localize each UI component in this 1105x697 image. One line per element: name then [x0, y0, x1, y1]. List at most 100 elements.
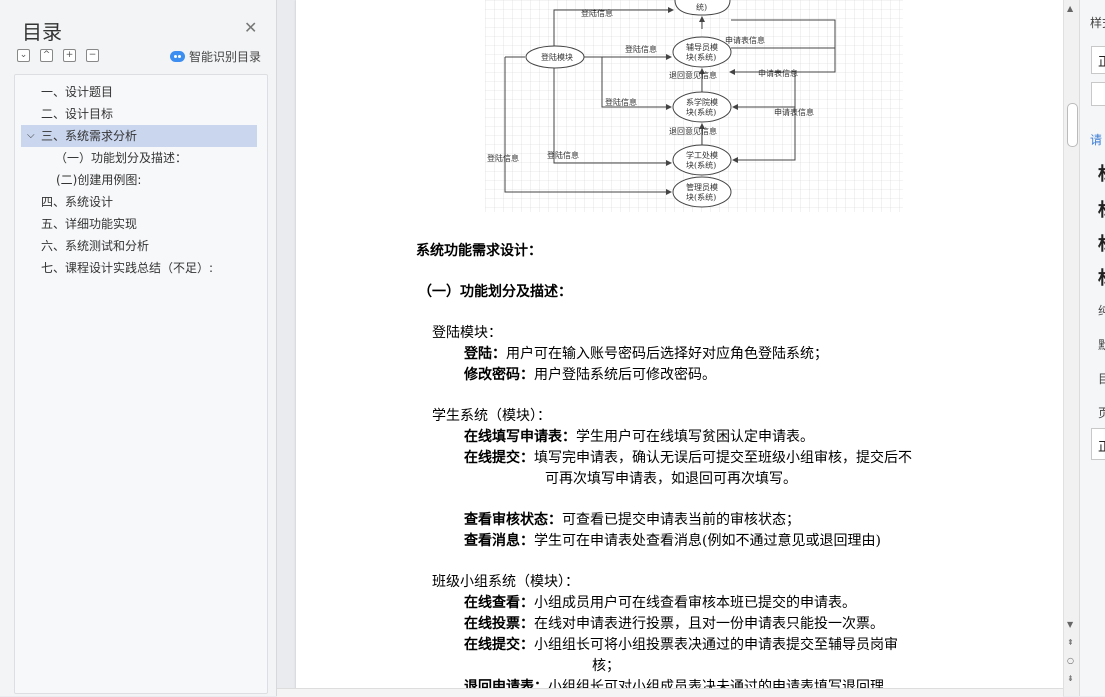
diagram-login-module: 登陆模块 [541, 52, 573, 62]
term-change-password: 修改密码： [464, 367, 534, 383]
section-student-module: 学生系统（模块）： [432, 408, 551, 424]
toc-item-function-division[interactable]: （一）功能划分及描述： [21, 147, 257, 169]
document-page[interactable]: 登陆模块 辅导员模 块(系统) 系学院模 块(系统) 学工处模 块(系统) 管理… [296, 0, 1063, 696]
ai-icon [170, 51, 185, 62]
close-icon[interactable]: ✕ [244, 18, 257, 37]
term-group-submit: 在线提交： [464, 637, 534, 653]
toc-item-label: 七、课程设计实践总结（不足）: [41, 261, 214, 275]
paragraph-login: 登陆：用户可在输入账号密码后选择好对应角色登陆系统； [464, 343, 828, 363]
next-page-icon[interactable]: ⇟ [1067, 674, 1074, 683]
diagram-college-line2: 块(系统) [686, 107, 716, 117]
paragraph-messages: 查看消息：学生可在申请表处查看消息(例如不通过意见或退回理由) [464, 530, 881, 550]
vertical-scrollbar[interactable]: ▲ ▼ ⇞ ○ ⇟ [1063, 0, 1080, 696]
toc-item-design-goal[interactable]: 二、设计目标 [21, 103, 277, 125]
style-plain-text[interactable]: 纯 [1098, 302, 1105, 319]
paragraph-change-password: 修改密码：用户登陆系统后可修改密码。 [464, 364, 716, 384]
style-heading-4[interactable]: 标 [1098, 264, 1105, 290]
desc-group-submit-continued: 核； [592, 658, 620, 674]
toc-list: 一、设计题目 二、设计目标 ⌵ 三、系统需求分析 （一）功能划分及描述： (二)… [14, 74, 268, 694]
chevron-down-icon[interactable]: ⌵ [27, 125, 35, 147]
desc-submit-continued: 可再次填写申请表，如退回可再次填写。 [545, 471, 797, 487]
toc-item-label: 二、设计目标 [41, 107, 114, 121]
style-default[interactable]: 默 [1098, 336, 1105, 353]
scrollbar-thumb[interactable] [1067, 103, 1078, 147]
smart-toc-button[interactable]: 智能识别目录 [170, 48, 261, 65]
desc-change-password: 用户登陆系统后可修改密码。 [534, 367, 716, 383]
expand-all-button[interactable]: ⌄ [17, 49, 30, 62]
toc-item-label: （一）功能划分及描述： [55, 151, 188, 165]
toc-item-label: 一、设计题目 [41, 85, 114, 99]
style-input[interactable] [1091, 82, 1105, 106]
heading-function-division: （一）功能划分及描述： [418, 284, 572, 300]
toc-item-design-title[interactable]: 一、设计题目 [21, 81, 277, 103]
paragraph-review-status: 查看审核状态：可查看已提交申请表当前的审核状态； [464, 509, 800, 529]
term-messages: 查看消息： [464, 533, 534, 549]
current-style-label: 正 [1098, 51, 1105, 70]
term-login: 登陆： [464, 346, 506, 362]
term-online-vote: 在线投票： [464, 616, 534, 632]
diagram-counselor-line1: 辅导员模 [686, 42, 718, 52]
diagram-counselor-line2: 块(系统) [686, 52, 716, 62]
term-online-view: 在线查看： [464, 595, 534, 611]
toc-item-requirements[interactable]: ⌵ 三、系统需求分析 [21, 125, 257, 147]
previous-page-icon[interactable]: ⇞ [1067, 638, 1074, 647]
scroll-down-icon[interactable]: ▼ [1067, 620, 1073, 629]
module-flow-diagram: 登陆模块 辅导员模 块(系统) 系学院模 块(系统) 学工处模 块(系统) 管理… [485, 0, 903, 212]
term-review-status: 查看审核状态： [464, 512, 562, 528]
desc-group-submit: 小组组长可将小组投票表决通过的申请表提交至辅导员岗审 [534, 637, 898, 653]
desc-submit: 填写完申请表，确认无误后可提交至班级小组审核，提交后不 [534, 450, 912, 466]
paragraph-fill-form: 在线填写申请表：学生用户可在线填写贫困认定申请表。 [464, 426, 814, 446]
desc-online-view: 小组成员用户可在线查看审核本班已提交的申请表。 [534, 595, 856, 611]
toc-item-label: (二)创建用例图: [56, 173, 142, 187]
diagram-top-module: 统) [696, 2, 707, 12]
add-heading-button[interactable]: + [63, 49, 76, 62]
style-heading-2[interactable]: 标 [1098, 196, 1105, 222]
collapse-all-button[interactable]: ^ [40, 49, 53, 62]
style-heading-3[interactable]: 标 [1098, 230, 1105, 256]
style-hint: 请 [1090, 133, 1103, 147]
diagram-label-login-info: 登陆信息 [581, 8, 613, 18]
paragraph-online-vote: 在线投票：在线对申请表进行投票，且对一份申请表只能投一次票。 [464, 613, 884, 633]
style-toc[interactable]: 目 [1098, 370, 1105, 387]
diagram-affairs-line1: 学工处模 [686, 150, 718, 160]
scroll-up-icon[interactable]: ▲ [1067, 4, 1073, 13]
toc-title: 目录 [22, 20, 62, 44]
toc-item-system-design[interactable]: 四、系统设计 [21, 191, 277, 213]
select-browse-object-icon[interactable]: ○ [1067, 656, 1074, 665]
diagram-college-line1: 系学院模 [686, 97, 718, 107]
section-class-group-module: 班级小组系统（模块）： [432, 574, 579, 590]
desc-review-status: 可查看已提交申请表当前的审核状态； [562, 512, 800, 528]
smart-toc-label: 智能识别目录 [189, 50, 262, 64]
paragraph-group-submit: 在线提交：小组组长可将小组投票表决通过的申请表提交至辅导员岗审 [464, 634, 898, 654]
toc-item-testing[interactable]: 六、系统测试和分析 [21, 235, 277, 257]
style-page[interactable]: 页 [1098, 404, 1105, 421]
diagram-admin-line2: 块(系统) [686, 192, 716, 202]
diagram-label-return-opinion: 退回意见信息 [669, 70, 717, 80]
current-style-box[interactable]: 正 [1091, 46, 1105, 74]
styles-panel: 样式 正 请 标 标 标 标 纯 默 目 页 正 [1079, 0, 1105, 696]
toc-item-summary[interactable]: 七、课程设计实践总结（不足）: [21, 257, 277, 279]
term-submit: 在线提交： [464, 450, 534, 466]
toc-toolbar: ⌄ ^ + − [17, 49, 99, 62]
styles-panel-title: 样式 [1090, 16, 1105, 30]
toc-item-use-case[interactable]: (二)创建用例图: [21, 169, 257, 191]
toc-item-implementation[interactable]: 五、详细功能实现 [21, 213, 277, 235]
style-heading-1[interactable]: 标 [1098, 160, 1105, 186]
style-body-box[interactable]: 正 [1091, 428, 1105, 460]
diagram-label-login-info: 登陆信息 [487, 153, 519, 163]
toc-panel: 目录 ✕ ⌄ ^ + − 智能识别目录 一、设计题目 二、设计目标 ⌵ 三、系统… [0, 0, 277, 696]
desc-login: 用户可在输入账号密码后选择好对应角色登陆系统； [506, 346, 828, 362]
diagram-label-return-opinion: 退回意见信息 [669, 126, 717, 136]
paragraph-submit: 在线提交：填写完申请表，确认无误后可提交至班级小组审核，提交后不 [464, 447, 912, 467]
diagram-label-login-info: 登陆信息 [625, 44, 657, 54]
diagram-admin-line1: 管理员模 [686, 182, 718, 192]
heading-requirements: 系统功能需求设计： [416, 243, 542, 259]
section-login-module: 登陆模块： [432, 325, 502, 341]
diagram-label-login-info: 登陆信息 [605, 97, 637, 107]
diagram-label-application-info: 申请表信息 [758, 68, 798, 78]
desc-online-vote: 在线对申请表进行投票，且对一份申请表只能投一次票。 [534, 616, 884, 632]
desc-fill-form: 学生用户可在线填写贫困认定申请表。 [576, 429, 814, 445]
remove-heading-button[interactable]: − [86, 49, 99, 62]
toc-item-label: 三、系统需求分析 [41, 129, 138, 143]
diagram-label-application-info: 申请表信息 [774, 107, 814, 117]
